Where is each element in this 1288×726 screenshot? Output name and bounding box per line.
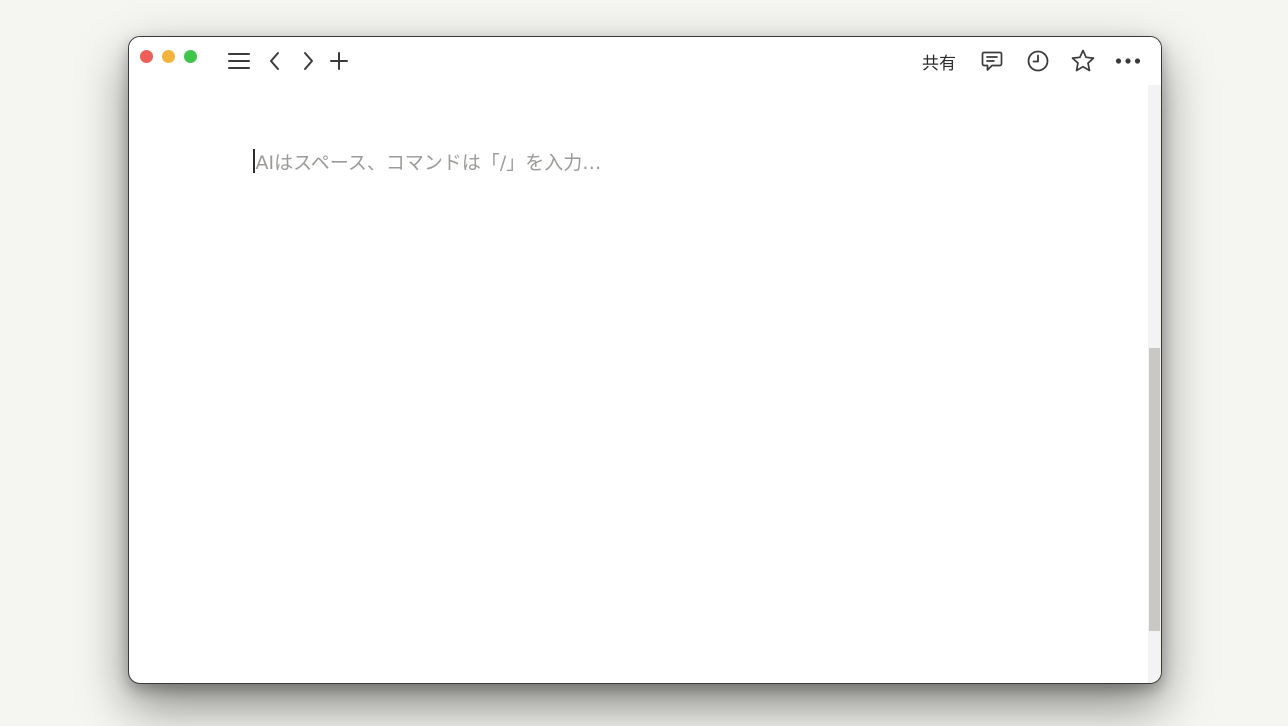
comments-button[interactable] [978, 47, 1006, 75]
back-button[interactable] [263, 47, 287, 75]
window-maximize-button[interactable] [184, 50, 197, 63]
new-page-button[interactable] [326, 47, 352, 75]
share-button[interactable]: 共有 [915, 47, 963, 75]
history-button[interactable] [1024, 47, 1052, 75]
titlebar: 共有 [129, 37, 1161, 85]
vertical-scrollbar[interactable] [1148, 85, 1161, 683]
clock-icon [1027, 50, 1049, 72]
app-window: 共有 AIはスペース、コマンドは「/」を入力… [128, 36, 1162, 684]
more-horizontal-icon [1115, 58, 1141, 64]
page-editor[interactable]: AIはスペース、コマンドは「/」を入力… [253, 147, 601, 175]
editor-placeholder: AIはスペース、コマンドは「/」を入力… [255, 151, 602, 174]
more-options-button[interactable] [1113, 47, 1143, 75]
window-close-button[interactable] [140, 50, 153, 63]
favorite-button[interactable] [1069, 47, 1097, 75]
sidebar-toggle-button[interactable] [225, 47, 253, 75]
menu-icon [228, 53, 250, 69]
forward-button[interactable] [296, 47, 320, 75]
scrollbar-thumb[interactable] [1149, 348, 1160, 631]
text-caret [253, 149, 255, 173]
chevron-left-icon [270, 52, 279, 70]
chevron-right-icon [304, 52, 313, 70]
comment-icon [981, 51, 1003, 71]
star-icon [1071, 49, 1095, 72]
desktop: 共有 AIはスペース、コマンドは「/」を入力… [0, 0, 1288, 726]
window-minimize-button[interactable] [162, 50, 175, 63]
plus-icon [330, 52, 348, 70]
